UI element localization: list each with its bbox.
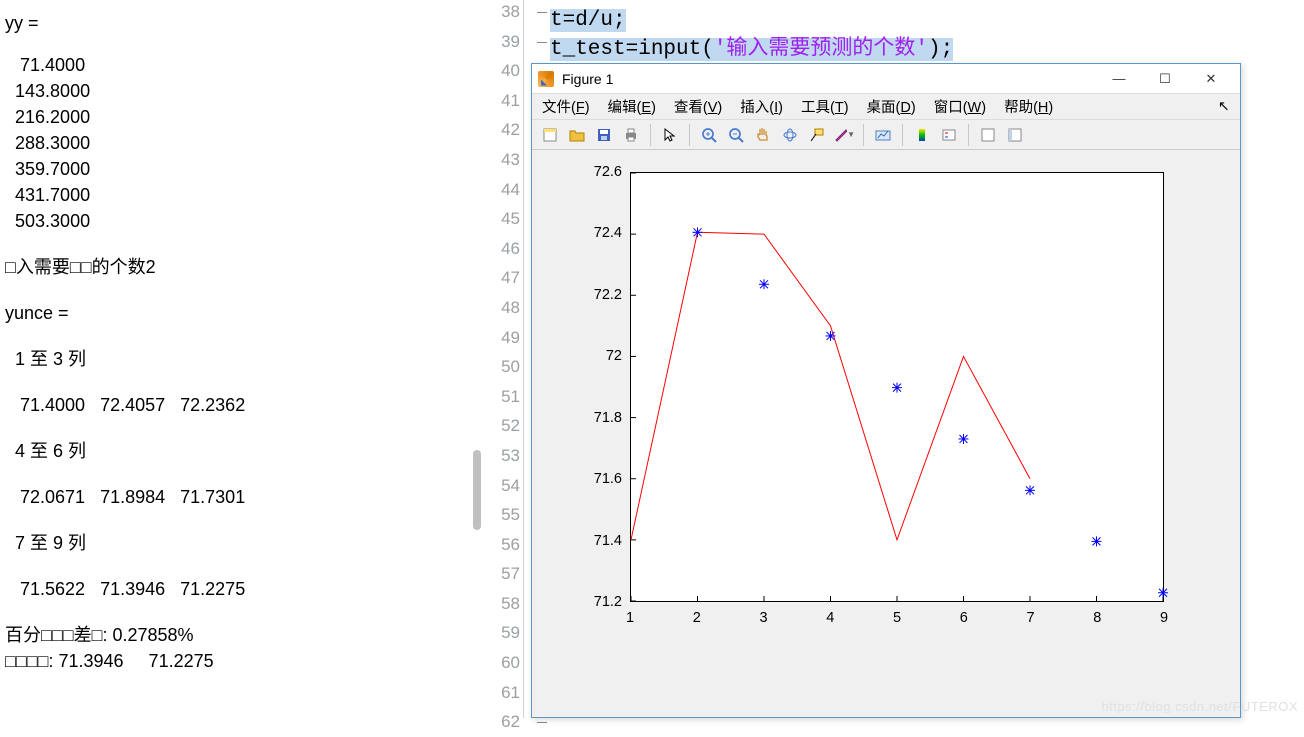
close-button[interactable]: ✕ — [1188, 65, 1234, 93]
dock-arrow-icon[interactable]: ↘ — [1218, 98, 1230, 115]
zoom-in-tool[interactable] — [697, 123, 721, 147]
figure-window[interactable]: Figure 1 — ☐ ✕ 文件(F) 编辑(E) 查看(V) 插入(I) 工… — [531, 63, 1241, 718]
save-button[interactable] — [592, 123, 616, 147]
cols-4-6: 72.0671 71.8984 71.7301 — [5, 484, 450, 510]
window-title: Figure 1 — [562, 71, 613, 87]
yunce-label: yunce = — [5, 300, 450, 326]
yy-label: yy = — [5, 10, 450, 36]
colorbar-tool[interactable] — [910, 123, 934, 147]
command-window-output: yy = 71.4000 143.8000 216.2000 288.3000 … — [0, 0, 455, 718]
plot-area[interactable]: 71.271.471.671.87272.272.472.6 123456789 — [532, 152, 1240, 717]
brush-tool[interactable]: ▼ — [832, 123, 856, 147]
titlebar[interactable]: Figure 1 — ☐ ✕ — [532, 64, 1240, 94]
x-tick-labels: 123456789 — [630, 610, 1164, 634]
menu-desktop[interactable]: 桌面(D) — [867, 96, 916, 117]
yy-v3: 288.3000 — [5, 130, 450, 156]
menu-tools[interactable]: 工具(T) — [801, 96, 849, 117]
cols-7-9-hdr: 7 至 9 列 — [5, 530, 450, 556]
menu-help[interactable]: 帮助(H) — [1004, 96, 1053, 117]
pred-values: □□□□: 71.3946 71.2275 — [5, 648, 450, 674]
yy-v2: 216.2000 — [5, 104, 450, 130]
menu-edit[interactable]: 编辑(E) — [608, 96, 656, 117]
maximize-button[interactable]: ☐ — [1142, 65, 1188, 93]
menu-file[interactable]: 文件(F) — [542, 96, 590, 117]
yy-v1: 143.8000 — [5, 78, 450, 104]
pct-error: 百分□□□差□: 0.27858% — [5, 622, 450, 648]
y-tick-labels: 71.271.471.671.87272.272.472.6 — [578, 164, 622, 610]
yy-v0: 71.4000 — [5, 52, 450, 78]
cols-1-3-hdr: 1 至 3 列 — [5, 346, 450, 372]
yy-v6: 503.3000 — [5, 208, 450, 234]
menubar: 文件(F) 编辑(E) 查看(V) 插入(I) 工具(T) 桌面(D) 窗口(W… — [532, 94, 1240, 120]
watermark: https://blog.csdn.net/FUTEROX — [1101, 699, 1298, 714]
menu-insert[interactable]: 插入(I) — [740, 96, 783, 117]
rotate-tool[interactable] — [778, 123, 802, 147]
matlab-icon — [538, 71, 554, 87]
link-plot-tool[interactable] — [871, 123, 895, 147]
print-button[interactable] — [619, 123, 643, 147]
yy-v5: 431.7000 — [5, 182, 450, 208]
editor-scrollbar[interactable] — [473, 450, 481, 530]
minimize-button[interactable]: — — [1096, 65, 1142, 93]
pointer-tool[interactable] — [658, 123, 682, 147]
cols-7-9: 71.5622 71.3946 71.2275 — [5, 576, 450, 602]
legend-tool[interactable] — [937, 123, 961, 147]
data-cursor-tool[interactable] — [805, 123, 829, 147]
axes[interactable] — [630, 172, 1164, 602]
toolbar: ▼ — [532, 120, 1240, 150]
cols-1-3: 71.4000 72.4057 72.2362 — [5, 392, 450, 418]
hide-tools-button[interactable] — [976, 123, 1000, 147]
zoom-out-tool[interactable] — [724, 123, 748, 147]
menu-view[interactable]: 查看(V) — [674, 96, 722, 117]
new-figure-button[interactable] — [538, 123, 562, 147]
open-button[interactable] — [565, 123, 589, 147]
show-tools-button[interactable] — [1003, 123, 1027, 147]
menu-window[interactable]: 窗口(W) — [934, 96, 986, 117]
yy-v4: 359.7000 — [5, 156, 450, 182]
code-line-38: t=d/u; — [550, 9, 626, 32]
input-prompt: □入需要□□的个数2 — [5, 254, 450, 280]
line-number-gutter: 3839404142434445464748495051525354555657… — [485, 0, 520, 737]
pan-tool[interactable] — [751, 123, 775, 147]
cols-4-6-hdr: 4 至 6 列 — [5, 438, 450, 464]
